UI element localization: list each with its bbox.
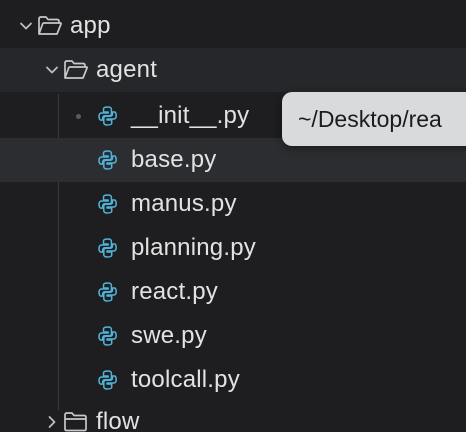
file-label: swe.py <box>131 322 207 349</box>
chevron-right-icon[interactable] <box>42 412 62 432</box>
file-label: react.py <box>131 278 218 305</box>
folder-label: flow <box>96 408 140 432</box>
python-file-icon <box>95 279 121 305</box>
python-file-icon <box>95 191 121 217</box>
folder-label: app <box>70 12 111 39</box>
file-label: toolcall.py <box>131 366 240 393</box>
tree-folder-agent[interactable]: agent <box>0 48 466 92</box>
tree-file-swe[interactable]: swe.py <box>0 314 466 358</box>
python-file-icon <box>95 323 121 349</box>
python-file-icon <box>95 235 121 261</box>
tree-file-toolcall[interactable]: toolcall.py <box>0 358 466 402</box>
file-label: __init__.py <box>131 102 250 129</box>
tree-folder-flow[interactable]: flow <box>0 400 466 432</box>
tree-file-manus[interactable]: manus.py <box>0 182 466 226</box>
tooltip-text: ~/Desktop/rea <box>298 105 442 132</box>
path-tooltip: ~/Desktop/rea <box>282 92 466 146</box>
python-file-icon <box>95 147 121 173</box>
folder-icon <box>62 410 90 432</box>
file-label: planning.py <box>131 234 256 261</box>
folder-label: agent <box>96 56 158 83</box>
tree-folder-app[interactable]: app <box>0 4 466 48</box>
python-file-icon <box>95 103 121 129</box>
tree-file-planning[interactable]: planning.py <box>0 226 466 270</box>
tree-file-react[interactable]: react.py <box>0 270 466 314</box>
file-label: base.py <box>131 146 217 173</box>
chevron-down-icon[interactable] <box>42 60 62 80</box>
git-status-dot <box>76 113 81 119</box>
chevron-down-icon[interactable] <box>16 16 36 36</box>
file-explorer-tree: app agent __init__.py base.py manus.py p… <box>0 0 466 432</box>
folder-open-icon <box>36 14 64 38</box>
file-label: manus.py <box>131 190 237 217</box>
folder-open-icon <box>62 58 90 82</box>
python-file-icon <box>95 367 121 393</box>
